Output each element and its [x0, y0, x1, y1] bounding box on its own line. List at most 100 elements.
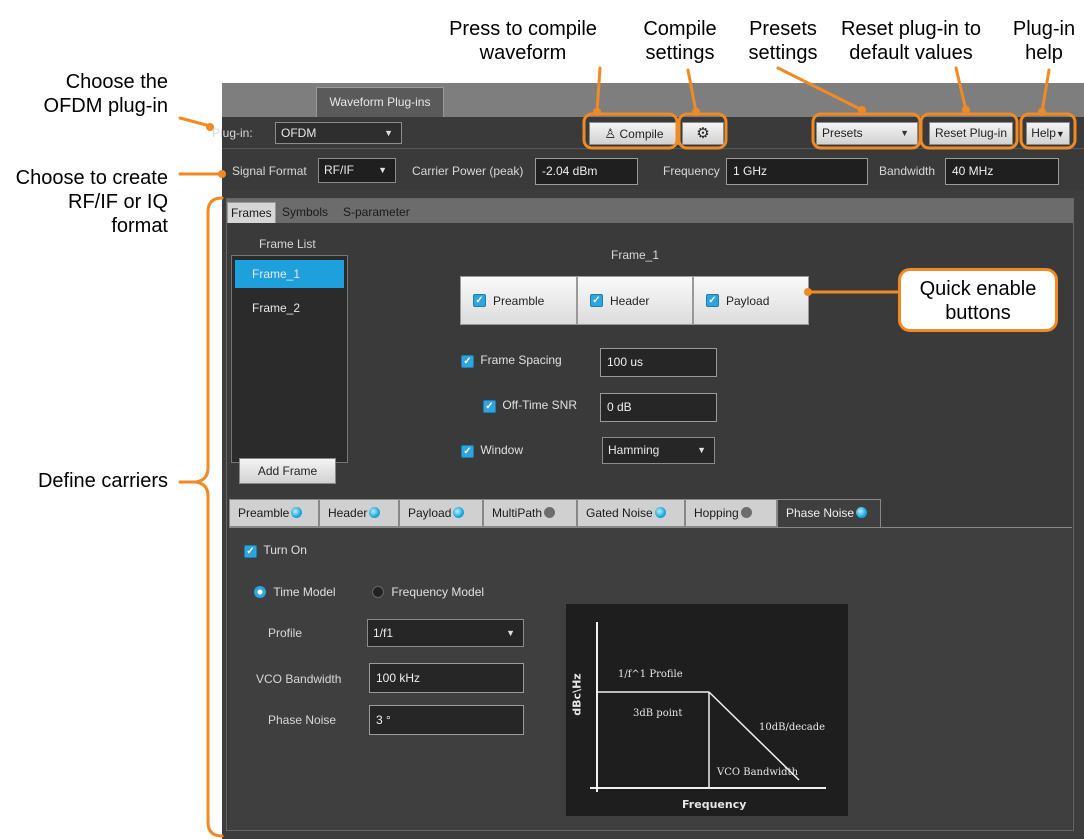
subtab-bar: Frames Symbols S-parameter	[227, 199, 1073, 223]
callout-quick-enable: Quick enable buttons	[919, 278, 1037, 324]
tab-label: Preamble	[238, 506, 290, 520]
compile-button[interactable]: ♙ Compile	[589, 122, 679, 145]
presets-select[interactable]: Presets ▼	[816, 122, 918, 145]
off-time-snr-checkbox[interactable]: ✓ Off-Time SNR	[483, 398, 577, 413]
checkbox-checked-icon: ✓	[473, 294, 486, 307]
bandwidth-field[interactable]: 40 MHz	[945, 158, 1059, 185]
tab-label: Phase Noise	[786, 506, 855, 520]
dbc-axis-label: dBc\Hz	[570, 673, 584, 716]
tab-s-parameter[interactable]: S-parameter	[340, 202, 413, 223]
tab-preamble[interactable]: Preamble	[229, 499, 319, 527]
time-model-radio[interactable]: Time Model	[254, 585, 336, 599]
signal-format-select[interactable]: RF/IF ▼	[318, 158, 396, 183]
disabled-indicator-icon	[740, 507, 752, 518]
frequency-model-radio[interactable]: Frequency Model	[372, 585, 484, 599]
phase-noise-field[interactable]: 3 °	[369, 705, 524, 735]
turn-on-checkbox[interactable]: ✓ Turn On	[244, 543, 307, 558]
tab-label: Header	[328, 506, 368, 520]
window-select[interactable]: Hamming ▼	[602, 437, 715, 464]
plugin-toolbar: Plug-in: OFDM ▼ ♙ Compile ⚙ Presets ▼ Re…	[212, 117, 1084, 149]
checkbox-checked-icon: ✓	[483, 400, 496, 413]
gear-icon: ⚙	[696, 125, 710, 142]
profile-select[interactable]: 1/f1 ▼	[367, 619, 524, 647]
quick-enable-header[interactable]: ✓ Header	[577, 276, 693, 325]
signal-format-value: RF/IF	[324, 163, 354, 177]
checkbox-checked-icon: ✓	[461, 445, 474, 458]
quick-header-label: Header	[610, 294, 650, 308]
reset-plugin-button[interactable]: Reset Plug-in	[929, 122, 1013, 145]
quick-enable-callout-box: Quick enable buttons	[898, 268, 1058, 332]
frequency-field[interactable]: 1 GHz	[726, 158, 868, 185]
waveform-plugins-window: Waveform Plug-ins Plug-in: OFDM ▼ ♙ Comp…	[212, 83, 1084, 839]
tab-hopping[interactable]: Hopping	[685, 499, 777, 527]
tab-phase-noise[interactable]: Phase Noise	[777, 499, 881, 527]
phase-noise-profile-diagram: 1/f^1 Profile 3dB point 10dB/decade VCO …	[566, 604, 848, 816]
tab-label: Hopping	[694, 506, 739, 520]
enabled-indicator-icon	[453, 507, 465, 518]
profile-label: Profile	[268, 626, 303, 640]
frequency-axis-label: Frequency	[682, 798, 747, 811]
tab-payload[interactable]: Payload	[399, 499, 483, 527]
frame-list-item[interactable]: Frame_2	[235, 294, 344, 322]
carrier-power-field[interactable]: -2.04 dBm	[535, 158, 638, 185]
presets-label: Presets	[822, 126, 863, 140]
tab-label: Gated Noise	[586, 506, 653, 520]
compile-settings-button[interactable]: ⚙	[682, 122, 724, 145]
vco-bandwidth-field[interactable]: 100 kHz	[369, 663, 524, 693]
chevron-down-icon: ▼	[697, 445, 706, 455]
tab-frames[interactable]: Frames	[227, 202, 276, 223]
radio-selected-icon	[254, 586, 266, 598]
tab-header[interactable]: Header	[319, 499, 399, 527]
plugin-select-value: OFDM	[281, 126, 317, 140]
callout-plugin-help: Plug-in help	[1012, 18, 1076, 64]
profile-plot	[590, 622, 826, 792]
add-frame-button[interactable]: Add Frame	[239, 458, 336, 484]
radio-unselected-icon	[372, 586, 384, 598]
chevron-down-icon: ▼	[1055, 129, 1065, 139]
tab-label: Payload	[408, 506, 452, 520]
callout-reset-defaults: Reset plug-in to default values	[840, 18, 982, 64]
frame-spacing-field[interactable]: 100 us	[600, 348, 717, 377]
quick-payload-label: Payload	[726, 294, 770, 308]
carrier-power-label: Carrier Power (peak)	[412, 164, 524, 178]
checkbox-checked-icon: ✓	[590, 294, 603, 307]
tab-waveform-plugins[interactable]: Waveform Plug-ins	[316, 87, 444, 117]
help-button[interactable]: Help▼	[1026, 122, 1070, 145]
tab-multipath[interactable]: MultiPath	[483, 499, 577, 527]
callout-presets-settings: Presets settings	[748, 18, 818, 64]
frequency-label: Frequency	[663, 164, 720, 178]
window-checkbox[interactable]: ✓ Window	[461, 443, 523, 458]
checkbox-checked-icon: ✓	[244, 545, 257, 558]
phase-noise-label: Phase Noise	[268, 713, 337, 727]
frame-list-title: Frame List	[259, 237, 316, 251]
time-model-label: Time Model	[273, 585, 336, 599]
chevron-down-icon: ▼	[384, 128, 393, 138]
callout-define-carriers: Define carriers	[37, 470, 168, 492]
enabled-indicator-icon	[856, 507, 868, 518]
plugin-select[interactable]: OFDM ▼	[275, 122, 402, 144]
off-time-snr-label: Off-Time SNR	[502, 398, 578, 412]
window-tabbar: Waveform Plug-ins	[222, 83, 1084, 117]
signal-format-label: Signal Format	[232, 164, 307, 178]
checkbox-checked-icon: ✓	[706, 294, 719, 307]
help-label: Help	[1031, 126, 1056, 140]
tab-symbols[interactable]: Symbols	[279, 202, 331, 223]
slope-annotation: 10dB/decade	[759, 722, 826, 733]
3db-point-annotation: 3dB point	[633, 708, 683, 719]
callout-choose-plugin: Choose the OFDM plug-in	[43, 71, 168, 117]
frame-list-item[interactable]: Frame_1	[235, 260, 344, 288]
compile-label: Compile	[619, 127, 664, 141]
frame-spacing-checkbox[interactable]: ✓ Frame Spacing	[461, 353, 562, 368]
frequency-model-label: Frequency Model	[391, 585, 485, 599]
checkbox-checked-icon: ✓	[461, 355, 474, 368]
tab-gated-noise[interactable]: Gated Noise	[577, 499, 685, 527]
tab-label: MultiPath	[492, 506, 543, 520]
chevron-down-icon: ▼	[506, 628, 515, 638]
window-select-value: Hamming	[608, 443, 660, 457]
chevron-down-icon: ▼	[378, 165, 387, 175]
off-time-snr-field[interactable]: 0 dB	[600, 393, 717, 422]
quick-enable-payload[interactable]: ✓ Payload	[693, 276, 809, 325]
profile-annotation: 1/f^1 Profile	[618, 669, 683, 680]
vco-bandwidth-annotation: VCO Bandwidth	[717, 767, 799, 778]
quick-enable-preamble[interactable]: ✓ Preamble	[460, 276, 577, 325]
